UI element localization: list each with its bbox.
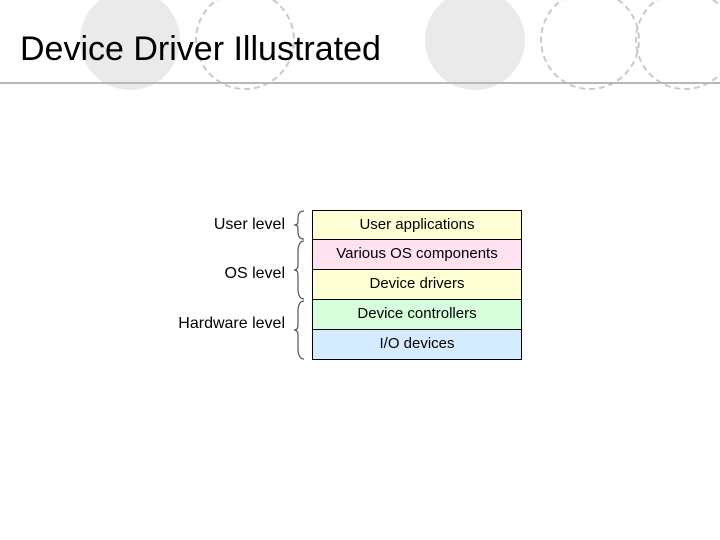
brace-icon [292, 300, 306, 360]
bg-circle [425, 0, 525, 90]
bg-circle-dashed [540, 0, 640, 90]
box-device-controllers: Device controllers [312, 300, 522, 330]
brace-icon [292, 210, 306, 240]
level-hardware-label: Hardware level [178, 315, 285, 333]
bg-circle-dashed [635, 0, 720, 90]
box-device-drivers: Device drivers [312, 270, 522, 300]
title-underline [0, 82, 720, 84]
box-user-applications: User applications [312, 210, 522, 240]
level-user-label: User level [214, 216, 285, 234]
level-os-label: OS level [225, 265, 285, 283]
brace-icon [292, 240, 306, 300]
page-title: Device Driver Illustrated [20, 30, 381, 69]
box-os-components: Various OS components [312, 240, 522, 270]
layer-stack: User applications Various OS components … [312, 210, 522, 360]
box-io-devices: I/O devices [312, 330, 522, 360]
